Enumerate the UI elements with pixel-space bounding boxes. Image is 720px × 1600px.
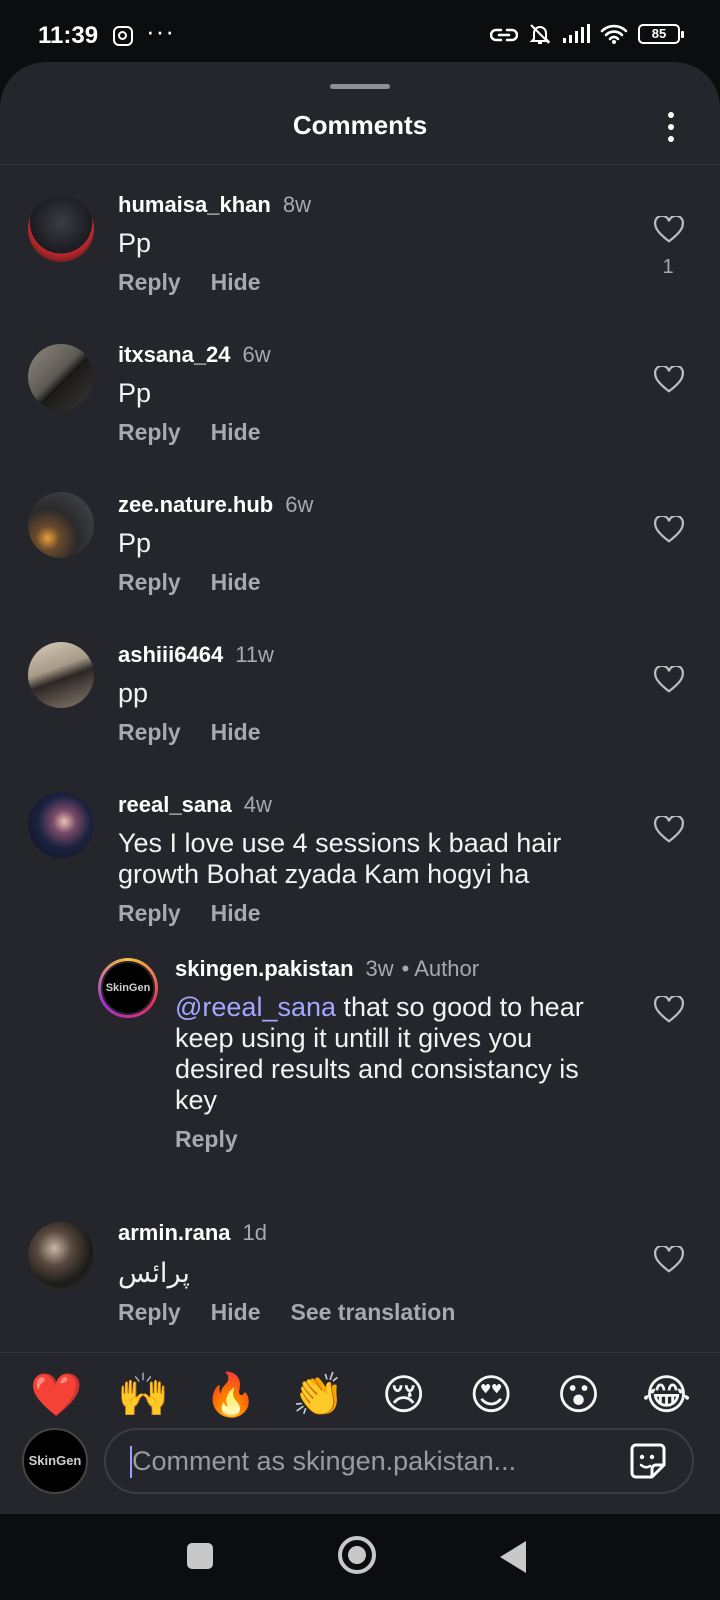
reply-button[interactable]: Reply <box>118 419 181 446</box>
comment-text: Pp <box>118 228 152 258</box>
emoji-bar: ❤️ 🙌 🔥 👏 😢 😍 😮 😂 <box>0 1352 720 1432</box>
comment-username[interactable]: reeal_sana <box>118 792 232 818</box>
comment-placeholder: Comment as skingen.pakistan... <box>132 1446 517 1476</box>
drag-handle[interactable] <box>330 84 390 89</box>
reply-button[interactable]: Reply <box>175 1126 238 1153</box>
comment-time: 6w <box>285 492 314 517</box>
status-icons: 85 <box>490 22 684 46</box>
heart-icon[interactable] <box>654 996 684 1024</box>
author-badge: • Author <box>401 956 480 981</box>
comment-username[interactable]: ashiii6464 <box>118 642 223 668</box>
navigation-bar <box>0 1514 720 1600</box>
reply-button[interactable]: Reply <box>118 900 181 927</box>
avatar[interactable] <box>28 792 94 858</box>
status-bar: 11:39 ··· 85 <box>0 0 720 64</box>
hide-button[interactable]: Hide <box>211 1299 261 1326</box>
comment-input[interactable]: Comment as skingen.pakistan... <box>104 1428 694 1494</box>
see-translation-button[interactable]: See translation <box>290 1299 455 1326</box>
wifi-icon <box>600 24 628 44</box>
comment-text: پرائس <box>118 1258 190 1289</box>
sticker-icon[interactable] <box>628 1441 668 1481</box>
battery-icon: 85 <box>638 24 684 44</box>
status-time: 11:39 <box>38 22 99 49</box>
instagram-icon <box>113 26 133 46</box>
more-notifications-icon: ··· <box>146 16 175 46</box>
like-count: 1 <box>662 256 674 278</box>
hide-button[interactable]: Hide <box>211 719 261 746</box>
author-avatar[interactable]: SkinGen <box>98 958 158 1018</box>
emoji-heart[interactable]: ❤️ <box>30 1371 82 1419</box>
comment-time: 4w <box>243 792 272 817</box>
avatar[interactable] <box>28 492 94 558</box>
emoji-raised-hands[interactable]: 🙌 <box>117 1371 169 1419</box>
heart-icon[interactable] <box>654 666 684 694</box>
comment-username[interactable]: armin.rana <box>118 1220 231 1246</box>
comment-username[interactable]: zee.nature.hub <box>118 492 273 518</box>
comment-time: 11w <box>235 642 274 667</box>
back-button[interactable] <box>500 1541 526 1573</box>
comment-time: 6w <box>242 342 271 367</box>
hide-button[interactable]: Hide <box>211 419 261 446</box>
avatar[interactable] <box>28 196 94 262</box>
recents-button[interactable] <box>187 1543 213 1569</box>
emoji-fire[interactable]: 🔥 <box>205 1371 257 1419</box>
comment-text: Yes I love use 4 sessions k baad hair gr… <box>118 828 562 889</box>
reply-button[interactable]: Reply <box>118 719 181 746</box>
hide-button[interactable]: Hide <box>211 269 261 296</box>
reply-button[interactable]: Reply <box>118 1299 181 1326</box>
avatar[interactable] <box>28 344 94 410</box>
heart-icon[interactable] <box>654 216 684 244</box>
more-options-icon[interactable] <box>666 112 676 142</box>
sheet-title: Comments <box>292 110 428 140</box>
bell-off-icon <box>529 24 551 44</box>
heart-icon[interactable] <box>654 366 684 394</box>
avatar[interactable] <box>28 642 94 708</box>
emoji-laughing[interactable]: 😂 <box>642 1371 691 1419</box>
divider <box>0 164 720 165</box>
comment-text: Pp <box>118 378 152 408</box>
hide-button[interactable]: Hide <box>211 900 261 927</box>
heart-icon[interactable] <box>654 816 684 844</box>
comment-time: 1d <box>242 1220 267 1245</box>
heart-icon[interactable] <box>654 516 684 544</box>
emoji-surprised[interactable]: 😮 <box>555 1371 603 1419</box>
emoji-crying[interactable]: 😢 <box>380 1371 428 1419</box>
comment-username[interactable]: humaisa_khan <box>118 192 271 218</box>
avatar[interactable] <box>28 1222 94 1288</box>
signal-icon <box>563 24 590 43</box>
hide-button[interactable]: Hide <box>211 569 261 596</box>
reply-text: @reeal_sana that so good to hear keep us… <box>175 992 625 1116</box>
comment-text: Pp <box>118 528 152 558</box>
mention-link[interactable]: @reeal_sana <box>175 992 336 1022</box>
comment-username[interactable]: skingen.pakistan <box>175 956 354 982</box>
link-icon <box>490 28 518 42</box>
reply-button[interactable]: Reply <box>118 569 181 596</box>
comment-text: pp <box>118 678 149 708</box>
home-button[interactable] <box>338 1536 376 1574</box>
comment-username[interactable]: itxsana_24 <box>118 342 231 368</box>
comment-time: 8w <box>282 192 311 217</box>
comment-time: 3w <box>365 956 394 981</box>
emoji-clap[interactable]: 👏 <box>292 1371 344 1419</box>
my-avatar[interactable]: SkinGen <box>22 1428 88 1494</box>
comments-sheet: Comments humaisa_khan 8w Pp Reply Hide 1… <box>0 62 720 1514</box>
author-avatar-label: SkinGen <box>101 961 155 1015</box>
comment-composer: SkinGen Comment as skingen.pakistan... <box>0 1428 720 1514</box>
emoji-heart-eyes[interactable]: 😍 <box>467 1371 515 1419</box>
heart-icon[interactable] <box>654 1246 684 1274</box>
reply-button[interactable]: Reply <box>118 269 181 296</box>
